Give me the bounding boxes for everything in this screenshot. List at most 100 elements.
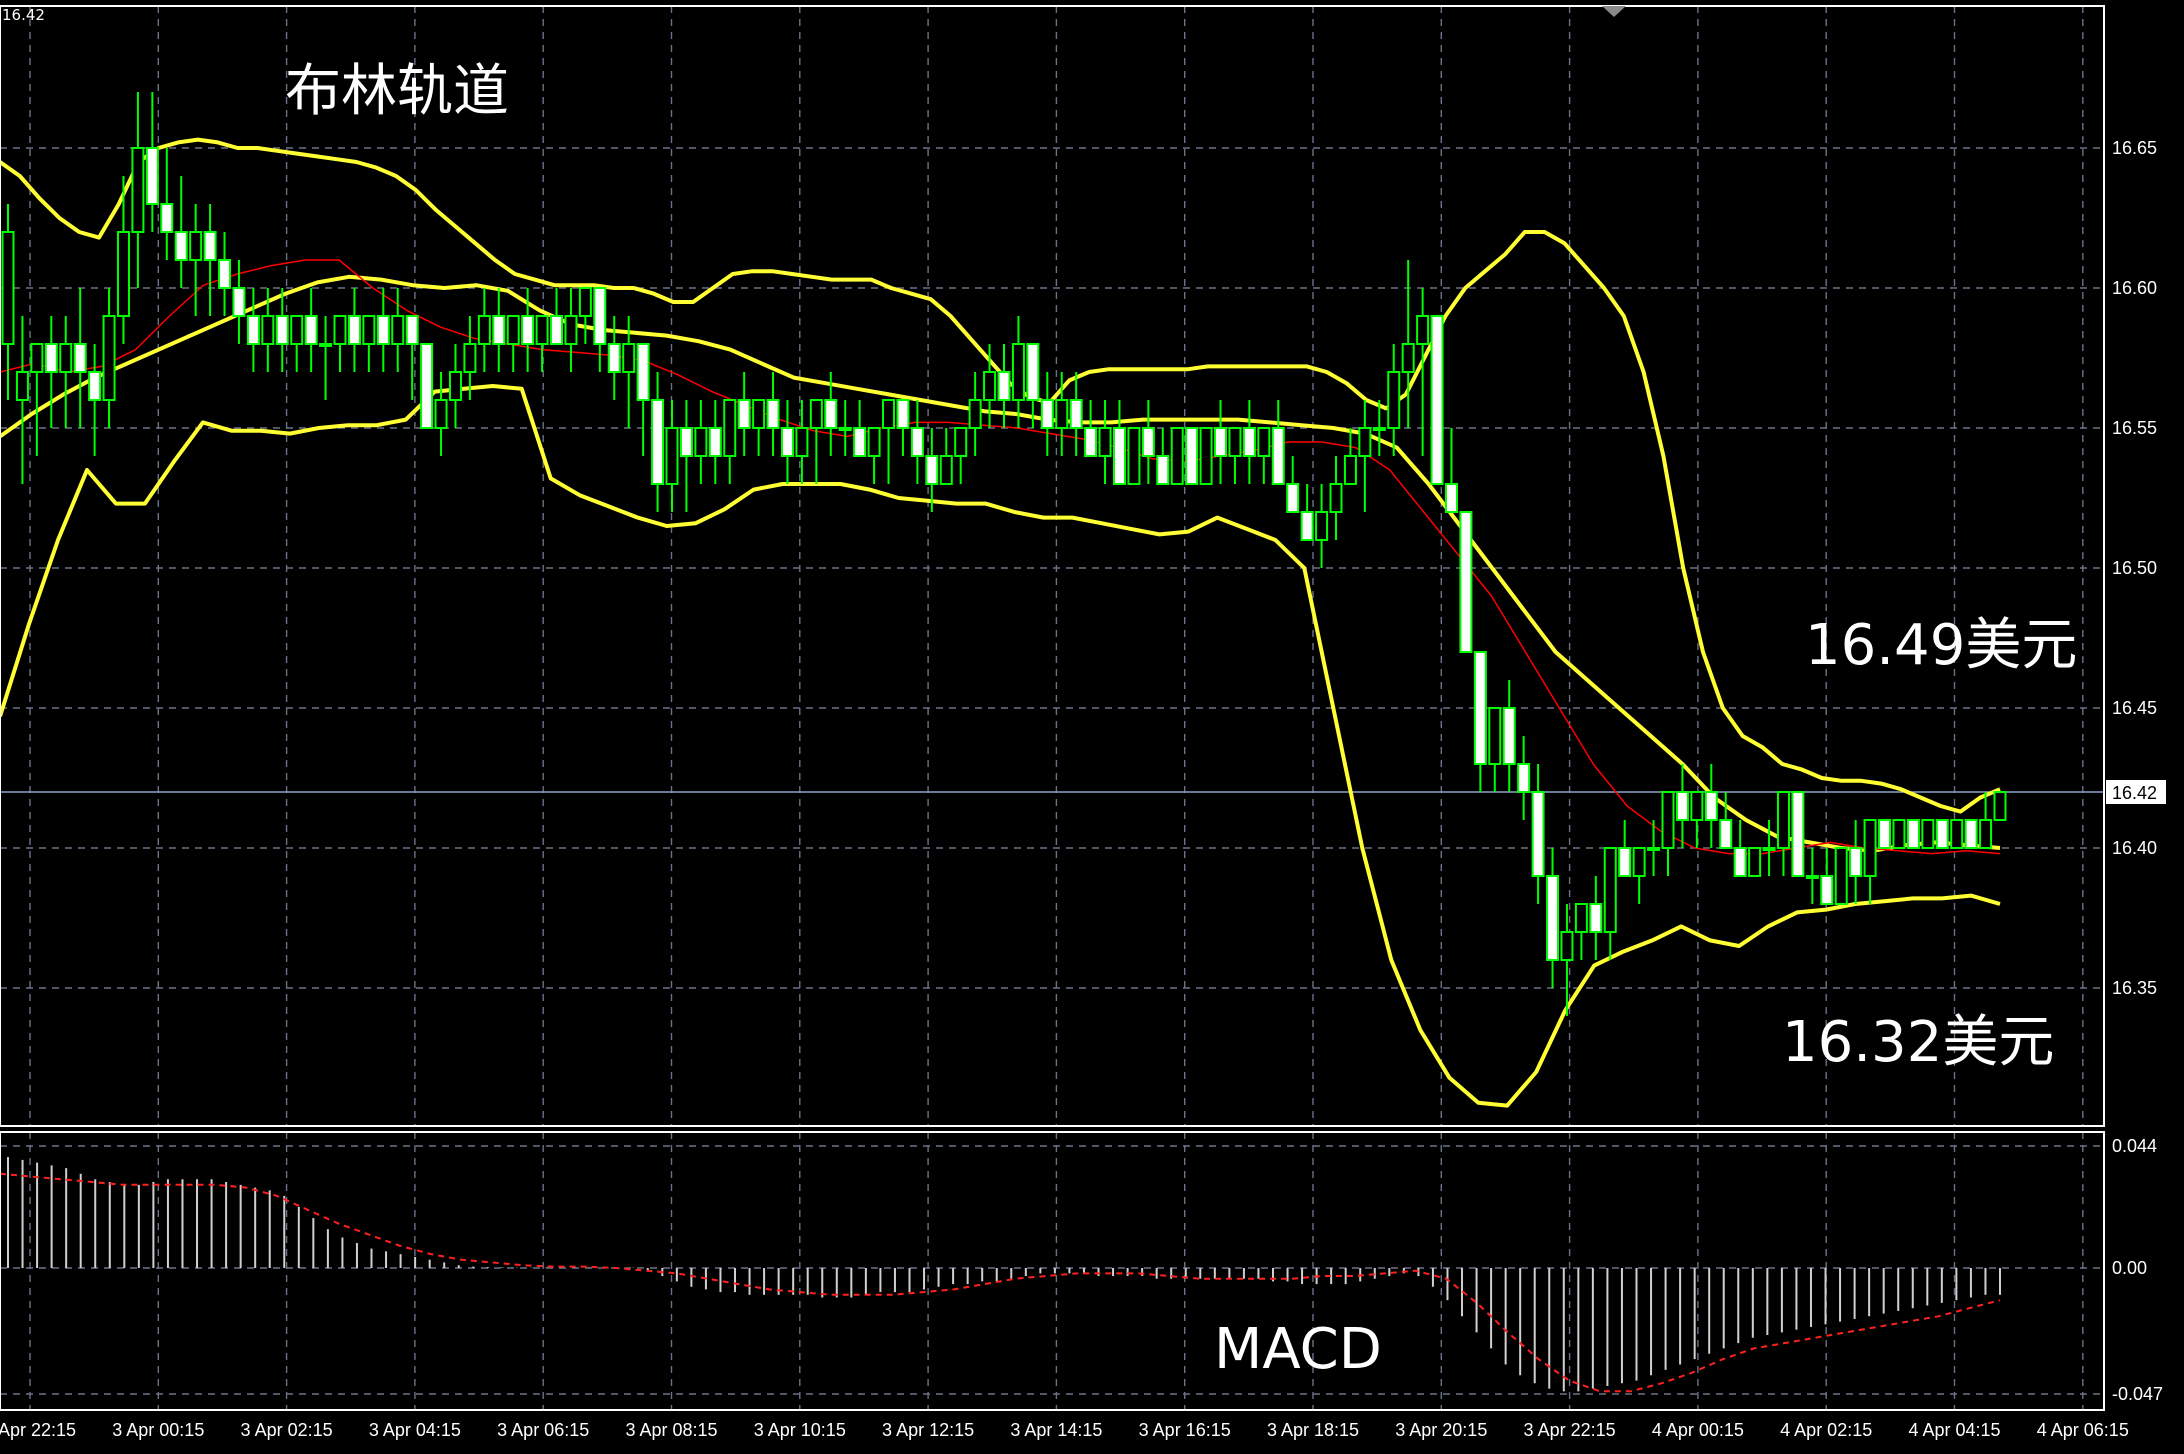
- candle-body: [1993, 791, 2007, 821]
- candle-body: [838, 427, 852, 431]
- candle-body: [694, 427, 708, 457]
- candle-body: [1430, 315, 1444, 485]
- candle-body: [968, 399, 982, 429]
- candle-body: [1459, 511, 1473, 653]
- candle-body: [1892, 819, 1906, 849]
- candle-body: [1, 231, 15, 345]
- candle-body: [218, 259, 232, 289]
- candle-body: [1661, 791, 1675, 849]
- candle-body: [723, 399, 737, 457]
- candle-body: [1156, 455, 1170, 485]
- lower-band-label: 16.32美元: [1782, 1010, 2055, 1075]
- price-y-tick: 16.35: [2112, 978, 2157, 998]
- candle-body: [131, 147, 145, 233]
- candle-body: [1199, 427, 1213, 485]
- candle-body: [1719, 819, 1733, 849]
- candle-body: [59, 343, 73, 373]
- candle-body: [1805, 875, 1819, 879]
- candle-body: [550, 315, 564, 345]
- candle-body: [160, 203, 174, 233]
- x-tick-label: 4 Apr 06:15: [2037, 1420, 2129, 1440]
- x-tick-label: 2 Apr 22:15: [0, 1420, 76, 1440]
- candle-body: [1820, 875, 1834, 905]
- candle-body: [1921, 819, 1935, 849]
- x-tick-label: 3 Apr 10:15: [754, 1420, 846, 1440]
- candle-body: [116, 231, 130, 317]
- candle-body: [1849, 847, 1863, 877]
- candle-body: [1647, 847, 1661, 851]
- candle-body: [319, 343, 333, 347]
- candle-body: [1574, 903, 1588, 933]
- bollinger-title: 布林轨道: [285, 59, 509, 124]
- x-tick-label: 3 Apr 00:15: [112, 1420, 204, 1440]
- candle-body: [1416, 315, 1430, 345]
- candle-body: [997, 371, 1011, 401]
- candle-body: [1863, 819, 1877, 877]
- x-tick-label: 3 Apr 20:15: [1395, 1420, 1487, 1440]
- candle-body: [1098, 427, 1112, 457]
- candle-body: [535, 315, 549, 345]
- candle-body: [1690, 791, 1704, 821]
- candle-body: [1214, 427, 1228, 457]
- candle-body: [1401, 343, 1415, 373]
- candle-body: [376, 315, 390, 345]
- candle-body: [939, 455, 953, 485]
- candle-body: [405, 315, 419, 345]
- candle-body: [1473, 651, 1487, 765]
- candle-body: [275, 315, 289, 345]
- candle-body: [1632, 847, 1646, 877]
- candle-body: [1329, 483, 1343, 513]
- candle-body: [708, 427, 722, 457]
- candle-body: [232, 287, 246, 317]
- candle-body: [1271, 427, 1285, 485]
- candle-body: [1935, 819, 1949, 849]
- candle-body: [1343, 455, 1357, 485]
- candle-body: [261, 315, 275, 345]
- candle-body: [290, 315, 304, 345]
- candle-body: [679, 427, 693, 457]
- candle-body: [1791, 791, 1805, 877]
- candle-body: [1170, 427, 1184, 485]
- price-y-tick: 16.40: [2112, 838, 2157, 858]
- candle-body: [1112, 427, 1126, 485]
- candle-body: [333, 315, 347, 345]
- candle-body: [448, 371, 462, 401]
- x-tick-label: 3 Apr 08:15: [625, 1420, 717, 1440]
- candle-body: [1776, 791, 1790, 849]
- candle-body: [1372, 427, 1386, 431]
- candle-body: [578, 287, 592, 317]
- candle-body: [1300, 511, 1314, 541]
- candle-body: [304, 315, 318, 345]
- candle-body: [1834, 847, 1848, 905]
- candle-body: [88, 371, 102, 401]
- candle-body: [1488, 707, 1502, 765]
- x-tick-label: 3 Apr 14:15: [1010, 1420, 1102, 1440]
- candle-body: [1618, 847, 1632, 877]
- candle-body: [73, 343, 87, 373]
- candle-body: [420, 343, 434, 429]
- candle-body: [203, 231, 217, 261]
- candle-body: [492, 315, 506, 345]
- price-y-tick: 16.50: [2112, 558, 2157, 578]
- candle-body: [1878, 819, 1892, 849]
- candle-body: [925, 455, 939, 485]
- candle-body: [1055, 399, 1069, 429]
- x-tick-label: 3 Apr 12:15: [882, 1420, 974, 1440]
- macd-y-tick: -0.047: [2112, 1384, 2163, 1404]
- candle-body: [1979, 819, 1993, 849]
- price-y-tick: 16.60: [2112, 278, 2157, 298]
- candle-body: [1704, 791, 1718, 821]
- candle-body: [622, 343, 636, 373]
- x-tick-label: 3 Apr 04:15: [369, 1420, 461, 1440]
- candle-body: [1560, 931, 1574, 961]
- candle-body: [391, 315, 405, 345]
- candle-body: [651, 399, 665, 485]
- candle-body: [1675, 791, 1689, 821]
- candle-body: [477, 315, 491, 345]
- x-tick-label: 3 Apr 16:15: [1139, 1420, 1231, 1440]
- candle-body: [1517, 763, 1531, 793]
- candle-body: [1387, 371, 1401, 429]
- candle-body: [1603, 847, 1617, 933]
- upper-band-label: 16.49美元: [1805, 613, 2078, 678]
- macd-label: MACD: [1214, 1317, 1382, 1382]
